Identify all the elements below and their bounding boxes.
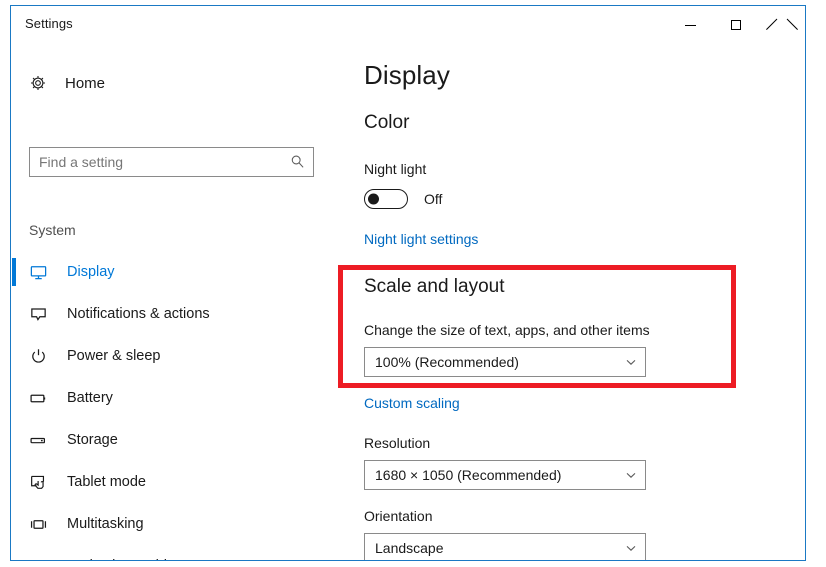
title-bar: Settings [11, 6, 805, 44]
selection-indicator [12, 510, 16, 538]
selection-indicator [12, 300, 16, 328]
sidebar: Home System [11, 44, 346, 561]
sidebar-item-label: Projecting to this PC [67, 558, 198, 560]
main-content: Display Color Night light Off Night ligh… [346, 44, 805, 560]
scale-and-layout-heading: Scale and layout [364, 276, 505, 297]
night-light-settings-link[interactable]: Night light settings [364, 231, 478, 247]
maximize-button[interactable] [713, 6, 759, 44]
project-icon [29, 557, 59, 561]
orientation-dropdown[interactable]: Landscape [364, 533, 646, 560]
orientation-dropdown-value: Landscape [375, 540, 444, 556]
sidebar-item-label: Battery [67, 390, 113, 406]
sidebar-item-home[interactable]: Home [21, 66, 321, 100]
gear-icon [21, 74, 55, 92]
resolution-dropdown-value: 1680 × 1050 (Recommended) [375, 467, 562, 483]
sidebar-nav-list: Display Notifications & actions Power & … [11, 251, 346, 561]
sidebar-item-display[interactable]: Display [11, 251, 346, 293]
close-icon [776, 19, 788, 31]
search-container [29, 147, 314, 177]
sidebar-item-label: Tablet mode [67, 474, 146, 490]
toggle-knob [368, 193, 379, 205]
custom-scaling-link[interactable]: Custom scaling [364, 395, 460, 411]
resolution-dropdown[interactable]: 1680 × 1050 (Recommended) [364, 460, 646, 490]
sidebar-item-notifications-actions[interactable]: Notifications & actions [11, 293, 346, 335]
scale-dropdown-value: 100% (Recommended) [375, 354, 519, 370]
night-light-toggle[interactable] [364, 189, 408, 209]
sidebar-home-label: Home [65, 74, 106, 92]
sidebar-item-label: Storage [67, 432, 118, 448]
sidebar-item-projecting-to-this-pc[interactable]: Projecting to this PC [11, 545, 346, 561]
search-input[interactable] [29, 147, 314, 177]
chevron-down-icon [623, 467, 639, 483]
drive-icon [29, 431, 59, 450]
chevron-down-icon [623, 540, 639, 556]
orientation-label: Orientation [364, 508, 433, 524]
window-controls [667, 6, 805, 44]
selection-indicator [12, 426, 16, 454]
battery-icon [29, 389, 59, 408]
minimize-button[interactable] [667, 6, 713, 44]
sidebar-item-multitasking[interactable]: Multitasking [11, 503, 346, 545]
sidebar-item-storage[interactable]: Storage [11, 419, 346, 461]
page-title: Display [364, 60, 450, 90]
settings-window: Settings Home Find a setting System Disp… [10, 5, 806, 561]
scale-dropdown[interactable]: 100% (Recommended) [364, 347, 646, 377]
sidebar-item-label: Notifications & actions [67, 306, 210, 322]
minimize-icon [684, 24, 696, 26]
screenshot-root: Settings Home Find a setting System Disp… [0, 0, 826, 567]
sidebar-item-label: Power & sleep [67, 348, 161, 364]
close-button[interactable] [759, 6, 805, 44]
resolution-label: Resolution [364, 435, 431, 451]
selection-indicator [12, 468, 16, 496]
selection-indicator [12, 342, 16, 370]
multitask-icon [29, 515, 59, 534]
sidebar-item-tablet-mode[interactable]: Tablet mode [11, 461, 346, 503]
sidebar-item-power-sleep[interactable]: Power & sleep [11, 335, 346, 377]
selection-indicator [12, 258, 16, 286]
night-light-label: Night light [364, 161, 427, 177]
night-light-state: Off [424, 191, 443, 207]
sidebar-item-battery[interactable]: Battery [11, 377, 346, 419]
night-light-toggle-row: Off [364, 189, 442, 209]
scale-label: Change the size of text, apps, and other… [364, 322, 650, 338]
selection-indicator [12, 384, 16, 412]
maximize-icon [731, 20, 741, 30]
sidebar-section-label: System [29, 222, 76, 238]
monitor-icon [29, 263, 59, 282]
color-section-heading: Color [364, 112, 410, 133]
tablet-hand-icon [29, 473, 59, 492]
power-icon [29, 347, 59, 366]
window-title: Settings [25, 16, 73, 31]
sidebar-item-label: Display [67, 264, 115, 280]
speech-bubble-icon [29, 305, 59, 324]
chevron-down-icon [623, 354, 639, 370]
selection-indicator [12, 552, 16, 560]
sidebar-item-label: Multitasking [67, 516, 144, 532]
